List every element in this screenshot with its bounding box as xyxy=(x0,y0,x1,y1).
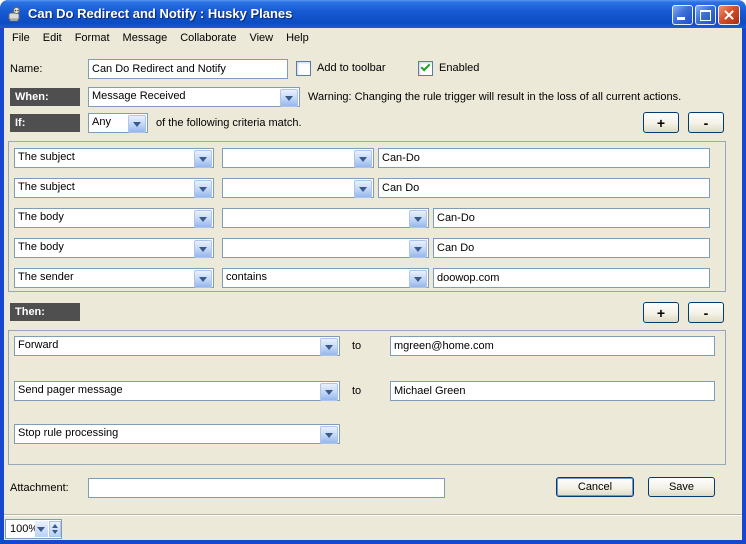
zoom-spinner[interactable] xyxy=(49,521,61,537)
minimize-button[interactable] xyxy=(672,5,693,25)
titlebar: Can Do Redirect and Notify : Husky Plane… xyxy=(0,0,746,28)
chevron-down-icon[interactable] xyxy=(194,150,212,168)
when-section-label: When: xyxy=(10,88,80,106)
criteria-operator-select[interactable] xyxy=(222,208,429,228)
match-mode-suffix: of the following criteria match. xyxy=(156,117,302,129)
criteria-field-select[interactable]: The body xyxy=(14,238,214,258)
chevron-down-icon[interactable] xyxy=(194,180,212,198)
action-target-input[interactable] xyxy=(390,381,715,401)
chevron-down-icon[interactable] xyxy=(194,240,212,258)
chevron-down-icon[interactable] xyxy=(320,383,338,401)
criteria-operator-select[interactable] xyxy=(222,178,374,198)
chevron-down-icon[interactable] xyxy=(320,426,338,444)
minimize-icon xyxy=(677,17,685,20)
menu-item-file[interactable]: File xyxy=(12,32,30,44)
if-section-label: If: xyxy=(10,114,80,132)
trigger-select[interactable]: Message Received xyxy=(88,87,300,107)
action-to-label: to xyxy=(352,340,361,352)
match-mode-select[interactable]: Any xyxy=(88,113,148,133)
maximize-icon xyxy=(700,10,711,21)
zoom-control[interactable]: 100% xyxy=(5,519,62,539)
remove-action-button[interactable]: - xyxy=(688,302,724,323)
add-action-button[interactable]: + xyxy=(643,302,679,323)
criteria-value-input[interactable] xyxy=(378,178,710,198)
menu-item-help[interactable]: Help xyxy=(286,32,309,44)
remove-criterion-button[interactable]: - xyxy=(688,112,724,133)
criteria-field-select[interactable]: The body xyxy=(14,208,214,228)
rules-dialog-window: Can Do Redirect and Notify : Husky Plane… xyxy=(0,0,746,544)
zoom-dropdown-arrow-icon[interactable] xyxy=(35,521,48,537)
add-to-toolbar-checkbox[interactable]: Add to toolbar xyxy=(296,61,406,77)
app-icon[interactable] xyxy=(7,6,23,22)
chevron-down-icon[interactable] xyxy=(320,338,338,356)
criteria-value-input[interactable] xyxy=(433,268,710,288)
criteria-field-select[interactable]: The subject xyxy=(14,148,214,168)
add-criterion-button[interactable]: + xyxy=(643,112,679,133)
action-type-select[interactable]: Send pager message xyxy=(14,381,340,401)
save-button[interactable]: Save xyxy=(648,477,715,497)
action-to-label: to xyxy=(352,385,361,397)
zoom-value: 100% xyxy=(10,523,38,535)
check-icon xyxy=(421,62,431,72)
enabled-checkbox[interactable]: Enabled xyxy=(418,61,498,77)
menu-item-format[interactable]: Format xyxy=(75,32,110,44)
menu-item-view[interactable]: View xyxy=(249,32,273,44)
rule-name-input[interactable] xyxy=(88,59,288,79)
attachment-input[interactable] xyxy=(88,478,445,498)
chevron-down-icon[interactable] xyxy=(194,270,212,288)
cancel-button[interactable]: Cancel xyxy=(556,477,634,497)
menu-item-message[interactable]: Message xyxy=(123,32,168,44)
add-to-toolbar-label: Add to toolbar xyxy=(317,62,386,74)
spinner-up-icon xyxy=(52,524,58,528)
action-type-select[interactable]: Stop rule processing xyxy=(14,424,340,444)
criteria-field-select[interactable]: The sender xyxy=(14,268,214,288)
maximize-button[interactable] xyxy=(695,5,716,25)
criteria-operator-select[interactable]: contains xyxy=(222,268,429,288)
action-target-input[interactable] xyxy=(390,336,715,356)
criteria-value-input[interactable] xyxy=(433,208,710,228)
close-button[interactable] xyxy=(718,5,740,25)
criteria-operator-select[interactable] xyxy=(222,238,429,258)
criteria-value-input[interactable] xyxy=(433,238,710,258)
name-label: Name: xyxy=(10,63,42,75)
chevron-down-icon[interactable] xyxy=(409,270,427,288)
attachment-label: Attachment: xyxy=(10,482,69,494)
criteria-value-input[interactable] xyxy=(378,148,710,168)
criteria-field-select[interactable]: The subject xyxy=(14,178,214,198)
action-type-select[interactable]: Forward xyxy=(14,336,340,356)
chevron-down-icon[interactable] xyxy=(354,180,372,198)
chevron-down-icon[interactable] xyxy=(280,89,298,107)
trigger-warning-text: Warning: Changing the rule trigger will … xyxy=(308,91,681,103)
checkbox-box[interactable] xyxy=(296,61,311,76)
chevron-down-icon[interactable] xyxy=(128,115,146,133)
menu-item-collaborate[interactable]: Collaborate xyxy=(180,32,236,44)
menu-bar: File Edit Format Message Collaborate Vie… xyxy=(4,28,742,48)
then-section-label: Then: xyxy=(10,303,80,321)
chevron-down-icon[interactable] xyxy=(194,210,212,228)
checkbox-box[interactable] xyxy=(418,61,433,76)
enabled-label: Enabled xyxy=(439,62,479,74)
criteria-operator-select[interactable] xyxy=(222,148,374,168)
menu-item-edit[interactable]: Edit xyxy=(43,32,62,44)
chevron-down-icon[interactable] xyxy=(409,240,427,258)
statusbar-divider xyxy=(4,514,742,516)
chevron-down-icon[interactable] xyxy=(409,210,427,228)
chevron-down-icon[interactable] xyxy=(354,150,372,168)
window-title: Can Do Redirect and Notify : Husky Plane… xyxy=(28,6,292,21)
spinner-down-icon xyxy=(52,530,58,534)
